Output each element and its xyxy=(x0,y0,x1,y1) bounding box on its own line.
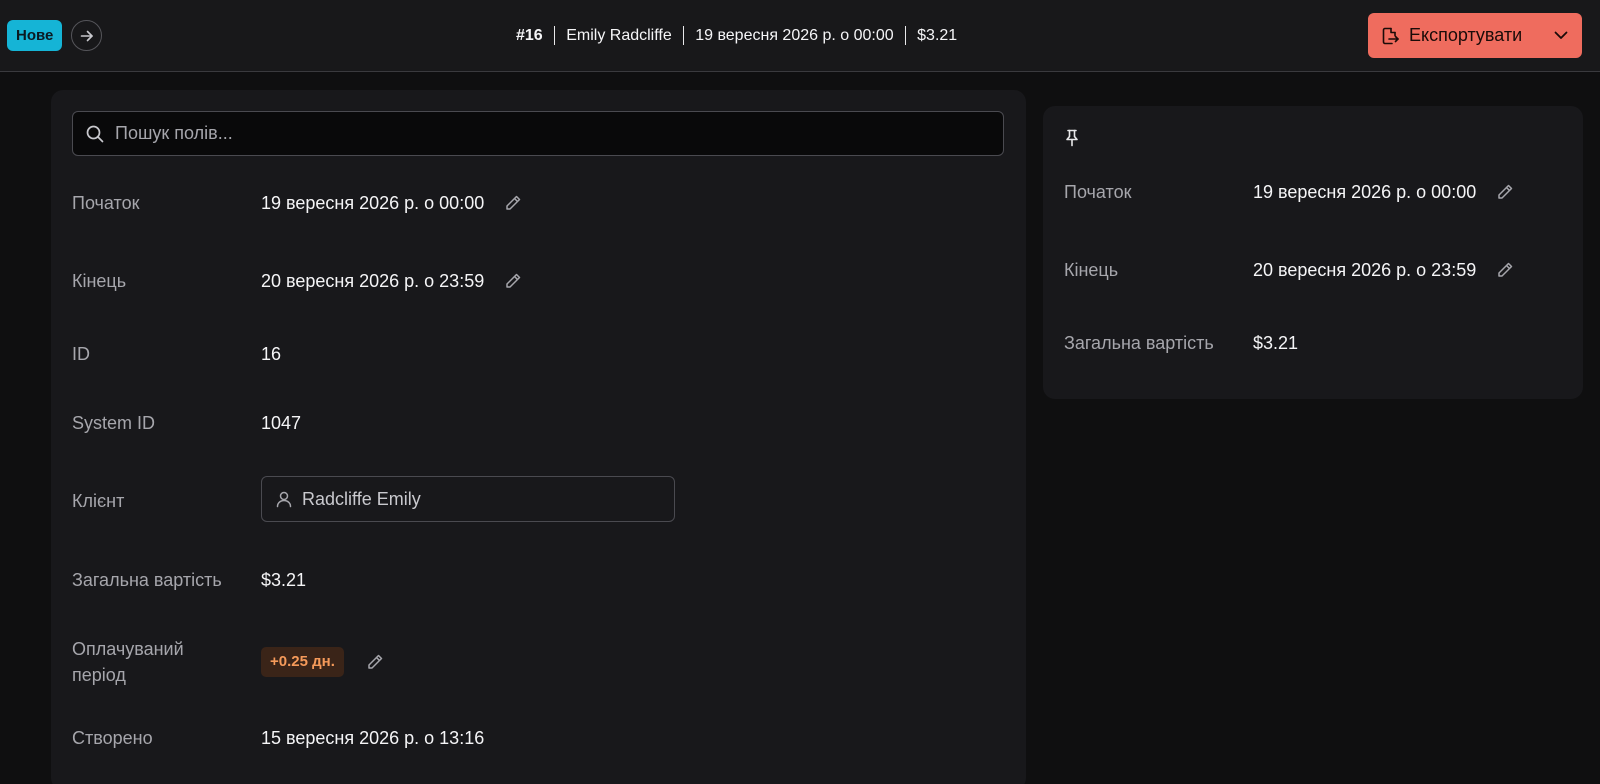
header-bar: Нове #16 Emily Radcliffe 19 вересня 2026… xyxy=(0,0,1600,72)
billing-period-badge: +0.25 дн. xyxy=(261,647,344,677)
start-value: 19 вересня 2026 р. о 00:00 xyxy=(261,193,485,213)
field-label: Кінець xyxy=(1064,260,1119,280)
pinned-total-value: $3.21 xyxy=(1253,333,1299,353)
end-value: 20 вересня 2026 р. о 23:59 xyxy=(261,271,485,291)
search-input[interactable] xyxy=(115,123,975,144)
pin-icon[interactable] xyxy=(1063,128,1081,148)
field-label: Створено xyxy=(72,728,153,748)
forward-button[interactable] xyxy=(71,20,102,51)
pencil-icon[interactable] xyxy=(366,653,384,671)
summary-date: 19 вересня 2026 р. о 00:00 xyxy=(695,26,894,44)
user-icon xyxy=(274,489,294,509)
field-label: Початок xyxy=(72,193,140,213)
client-selector[interactable]: Radcliffe Emily xyxy=(261,476,675,522)
field-value: 19 вересня 2026 р. о 00:00 xyxy=(261,190,522,216)
chevron-down-icon[interactable] xyxy=(1552,26,1570,44)
details-panel: Початок 19 вересня 2026 р. о 00:00 Кінец… xyxy=(51,90,1026,784)
field-label: Кінець xyxy=(72,271,127,291)
record-summary: #16 Emily Radcliffe 19 вересня 2026 р. о… xyxy=(516,0,957,71)
field-label: Клієнт xyxy=(72,491,125,511)
search-icon xyxy=(85,124,105,144)
field-label-line: період xyxy=(72,665,126,685)
export-label: Експортувати xyxy=(1409,25,1523,45)
arrow-right-icon xyxy=(79,28,95,44)
total-value: $3.21 xyxy=(261,570,307,590)
field-value: +0.25 дн. xyxy=(261,647,384,677)
summary-divider xyxy=(682,26,685,45)
pencil-icon[interactable] xyxy=(504,194,522,212)
summary-client: Emily Radcliffe xyxy=(566,26,672,44)
field-label: ID xyxy=(72,344,90,364)
summary-number: #16 xyxy=(516,26,543,44)
summary-divider xyxy=(904,26,907,45)
field-label: Загальна вартість xyxy=(1064,333,1214,353)
summary-amount: $3.21 xyxy=(917,26,958,44)
field-label: Початок xyxy=(1064,182,1132,202)
client-name: Radcliffe Emily xyxy=(302,488,421,509)
pinned-end-value: 20 вересня 2026 р. о 23:59 xyxy=(1253,260,1477,280)
created-value: 15 вересня 2026 р. о 13:16 xyxy=(261,728,485,748)
field-search[interactable] xyxy=(72,111,1004,156)
field-label: System ID xyxy=(72,413,156,433)
export-file-icon xyxy=(1380,26,1400,46)
system-id-value: 1047 xyxy=(261,413,302,433)
id-value: 16 xyxy=(261,344,282,364)
field-label-line: Оплачуваний xyxy=(72,639,184,659)
field-label: Загальна вартість xyxy=(72,570,222,590)
field-label: Оплачуваний період xyxy=(72,636,252,688)
field-value: 20 вересня 2026 р. о 23:59 xyxy=(261,268,522,294)
export-button[interactable]: Експортувати xyxy=(1368,13,1582,58)
field-value: 19 вересня 2026 р. о 00:00 xyxy=(1253,179,1514,205)
pencil-icon[interactable] xyxy=(504,272,522,290)
pinned-start-value: 19 вересня 2026 р. о 00:00 xyxy=(1253,182,1477,202)
status-badge[interactable]: Нове xyxy=(7,20,63,51)
field-value: 20 вересня 2026 р. о 23:59 xyxy=(1253,257,1514,283)
pinned-fields-panel: Початок 19 вересня 2026 р. о 00:00 Кінец… xyxy=(1043,106,1583,399)
pencil-icon[interactable] xyxy=(1496,261,1514,279)
summary-divider xyxy=(553,26,556,45)
pencil-icon[interactable] xyxy=(1496,183,1514,201)
